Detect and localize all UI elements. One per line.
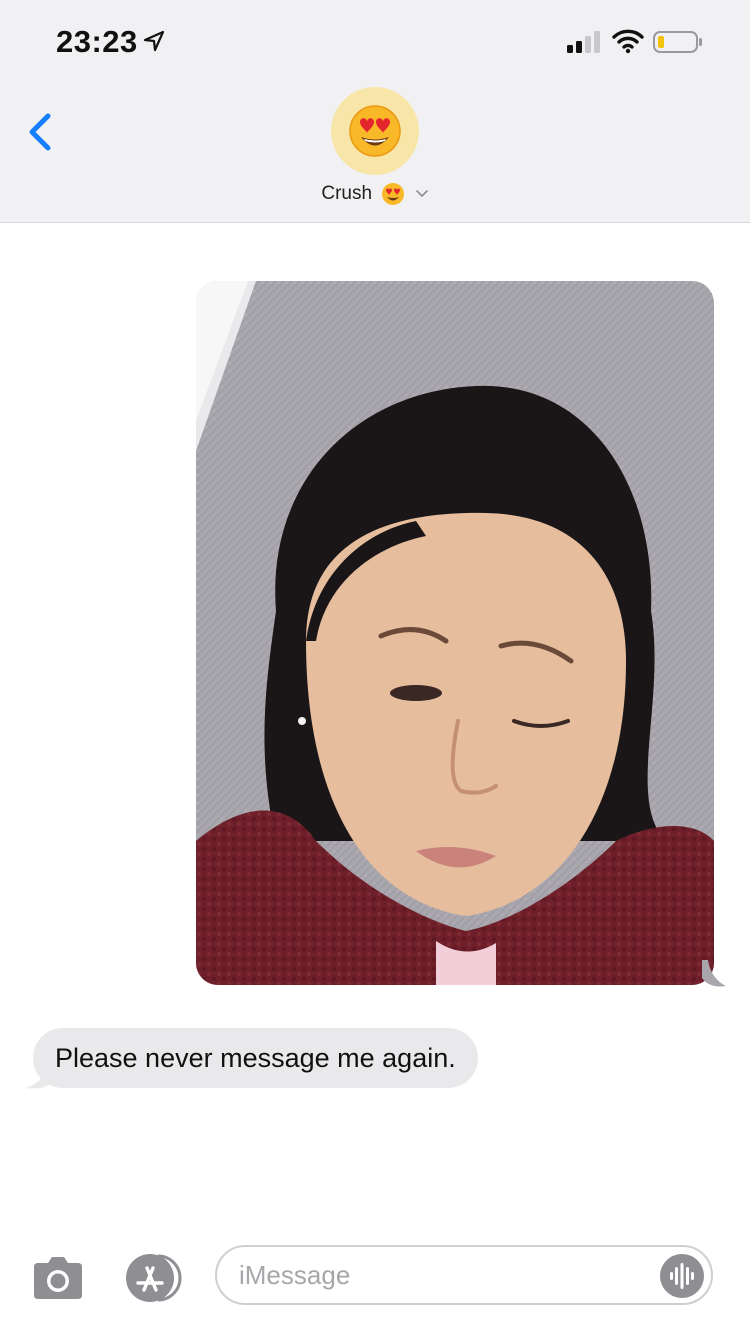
app-store-icon[interactable] [122, 1252, 186, 1304]
location-arrow-icon [143, 30, 165, 52]
imessage-input[interactable]: iMessage [215, 1245, 713, 1305]
photo-image [196, 281, 714, 985]
conversation-header: 23:23 Crush [0, 0, 750, 223]
cellular-signal-icon [567, 31, 600, 53]
camera-icon[interactable] [30, 1255, 86, 1301]
contact-avatar[interactable] [331, 87, 419, 175]
chevron-down-icon [415, 190, 428, 197]
back-chevron-icon[interactable] [22, 108, 62, 156]
battery-icon [653, 31, 702, 53]
heart-eyes-emoji-icon [382, 183, 405, 205]
message-text: Please never message me again. [55, 1042, 456, 1073]
wifi-icon [612, 29, 644, 54]
input-placeholder: iMessage [239, 1259, 351, 1290]
bubble-tail [702, 960, 726, 987]
sent-photo[interactable] [196, 281, 714, 985]
status-time: 23:23 [56, 24, 138, 59]
contact-name: Crush [321, 183, 373, 205]
heart-eyes-emoji-icon [349, 105, 401, 157]
contact-name-row[interactable]: Crush [0, 182, 750, 206]
incoming-message-bubble[interactable]: Please never message me again. [33, 1028, 478, 1088]
waveform-icon[interactable] [659, 1253, 705, 1299]
